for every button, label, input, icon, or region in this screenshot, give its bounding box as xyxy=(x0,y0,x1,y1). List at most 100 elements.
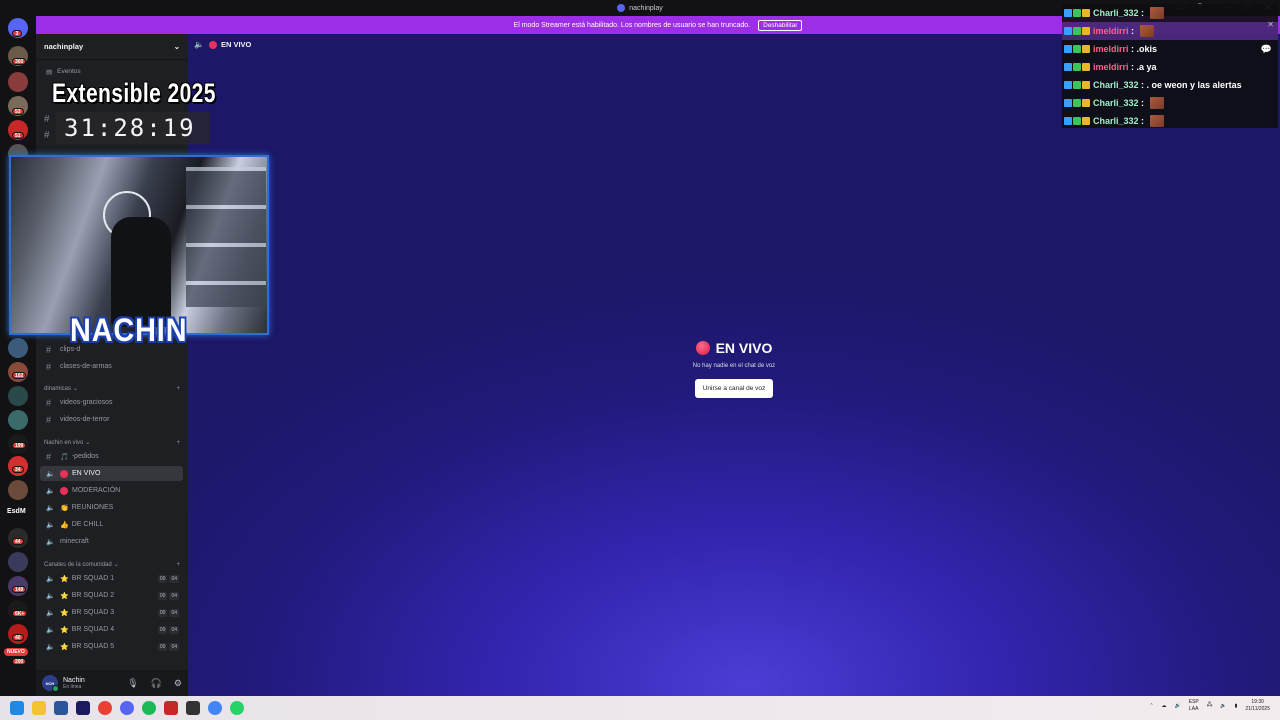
channel-item[interactable]: # 🎵 -pedidos xyxy=(40,449,183,464)
category-nachin-en-vivo[interactable]: Nachin en vivo ⌄ + xyxy=(44,439,180,447)
badge: 6K+ xyxy=(12,610,28,617)
music-icon: 🎵 xyxy=(60,453,69,461)
live-dot-icon xyxy=(208,40,217,49)
chat-badge-icon xyxy=(1064,27,1072,35)
server-icon[interactable] xyxy=(8,410,28,430)
plus-icon[interactable]: + xyxy=(176,440,180,446)
star-icon: ⭐ xyxy=(60,575,69,583)
spotify-icon[interactable] xyxy=(142,701,156,715)
voice-empty-state: EN VIVO No hay nadie en el chat de voz U… xyxy=(644,340,824,398)
center-title: EN VIVO xyxy=(715,340,773,356)
microphone-icon[interactable]: 🎙 xyxy=(127,678,138,689)
channel-item[interactable]: # videos-de-terror xyxy=(40,412,183,427)
voice-channel[interactable]: 🔈 👍 DE CHILL xyxy=(40,517,183,532)
disable-streamer-button[interactable]: Deshabilitar xyxy=(758,19,803,31)
user-limit: 04 xyxy=(169,591,179,600)
clock[interactable]: 19:30 21/11/2025 xyxy=(1245,699,1270,713)
server-icon[interactable] xyxy=(8,338,28,358)
channel-label: clases-de-armas xyxy=(60,363,112,370)
discord-app-icon xyxy=(617,4,626,12)
badge: 199 xyxy=(12,442,27,449)
channel-label: videos-de-terror xyxy=(60,416,110,423)
voice-channel-squad[interactable]: 🔈 ⭐ BR SQUAD 1 00 04 xyxy=(40,571,183,586)
volume-icon[interactable]: 🔉 xyxy=(1220,703,1226,709)
channel-header: 🔈 EN VIVO xyxy=(194,40,251,49)
server-rail: 3 360 53 51 102 199 34 EsdM 44 148 6K+ 4… xyxy=(0,16,36,696)
channel-item[interactable]: # videos-graciosos xyxy=(40,395,183,410)
badge-icons xyxy=(1064,45,1090,53)
headphones-icon[interactable]: 🎧 xyxy=(151,678,162,689)
channel-title: EN VIVO xyxy=(220,40,252,49)
chrome-icon[interactable] xyxy=(98,701,112,715)
voice-channel-squad[interactable]: 🔈 ⭐ BR SQUAD 5 00 04 xyxy=(40,639,183,654)
app-icon[interactable] xyxy=(186,701,200,715)
server-icon[interactable] xyxy=(8,480,28,500)
app-icon[interactable] xyxy=(54,701,68,715)
cloud-icon[interactable]: ☁ xyxy=(1162,703,1167,709)
battery-icon[interactable]: ▮ xyxy=(1235,703,1238,709)
stream-chat-overlay: ✕ 💬 Charli_332 : imeldirri : imeldirri :… xyxy=(1062,4,1278,128)
server-header[interactable]: nachinplay ⌄ xyxy=(36,34,188,60)
voice-channel[interactable]: 🔈 MODERACIÓN xyxy=(40,483,183,498)
chat-message: imeldirri : xyxy=(1064,23,1154,39)
premiere-icon[interactable] xyxy=(76,701,90,715)
server-icon[interactable] xyxy=(8,72,28,92)
close-icon[interactable]: ✕ xyxy=(1267,20,1274,29)
browser-icon[interactable] xyxy=(208,701,222,715)
speaker-tray-icon[interactable]: 🔊 xyxy=(1175,703,1181,709)
channel-item[interactable]: # clases-de-armas xyxy=(40,359,183,374)
badge-icons xyxy=(1064,27,1090,35)
hash-icon: # xyxy=(46,361,52,372)
voice-channel-squad[interactable]: 🔈 ⭐ BR SQUAD 4 00 04 xyxy=(40,622,183,637)
user-count: 00 xyxy=(157,625,168,634)
chat-separator: : xyxy=(1128,44,1137,54)
channel-label: EN VIVO xyxy=(72,470,101,477)
user-status: En línea xyxy=(63,683,82,690)
user-limit: 04 xyxy=(169,574,179,583)
plus-icon[interactable]: + xyxy=(176,386,180,392)
whatsapp-icon[interactable] xyxy=(230,701,244,715)
server-esdm[interactable]: EsdM xyxy=(7,508,26,515)
live-dot-icon xyxy=(695,341,710,355)
server-icon[interactable] xyxy=(8,552,28,572)
gear-icon[interactable]: ⚙ xyxy=(174,678,182,689)
chat-badge-icon xyxy=(1073,63,1081,71)
voice-channel-squad[interactable]: 🔈 ⭐ BR SQUAD 3 00 04 xyxy=(40,605,183,620)
join-voice-button[interactable]: Unirse a canal de voz xyxy=(694,379,774,398)
discord-icon[interactable] xyxy=(120,701,134,715)
chat-badge-icon xyxy=(1082,63,1090,71)
voice-channel[interactable]: 🔈 👏 REUNIONES xyxy=(40,500,183,515)
chat-badge-icon xyxy=(1082,81,1090,89)
chevron-up-icon[interactable]: ⌃ xyxy=(1149,703,1153,709)
voice-channel[interactable]: 🔈 minecraft xyxy=(40,534,183,549)
clock-date: 21/11/2025 xyxy=(1245,706,1270,712)
badge-icons xyxy=(1064,99,1090,107)
category-label: Canales de la comunidad xyxy=(44,561,112,568)
chevron-down-icon: ⌄ xyxy=(173,42,180,51)
chat-bubble-icon: 💬 xyxy=(1260,44,1272,54)
chat-badge-icon xyxy=(1064,63,1072,71)
server-icon[interactable] xyxy=(8,386,28,406)
chat-username: Charli_332 xyxy=(1093,80,1139,90)
eventos-item[interactable]: ▤ Eventos xyxy=(46,68,81,76)
category-label: dinamicas xyxy=(44,385,72,392)
badge: 3 xyxy=(12,30,22,37)
plus-icon[interactable]: + xyxy=(176,562,180,568)
app-icon[interactable] xyxy=(164,701,178,715)
avatar[interactable]: NCH xyxy=(42,675,59,692)
file-explorer-icon[interactable] xyxy=(32,701,46,715)
channel-label: BR SQUAD 2 xyxy=(71,592,115,599)
category-dinamicas[interactable]: dinamicas ⌄ + xyxy=(44,385,180,393)
voice-channel-en-vivo[interactable]: 🔈 EN VIVO xyxy=(40,466,183,481)
chat-badge-icon xyxy=(1082,117,1090,125)
language-indicator[interactable]: ESP LAA xyxy=(1189,699,1199,713)
category-comunidad[interactable]: Canales de la comunidad ⌄ + xyxy=(44,561,180,569)
chat-emote xyxy=(1139,25,1154,37)
windows-start-icon[interactable] xyxy=(10,701,24,715)
new-badge: NUEVO xyxy=(4,648,28,656)
clock-time: 19:30 xyxy=(1251,699,1264,705)
voice-channel-squad[interactable]: 🔈 ⭐ BR SQUAD 2 00 04 xyxy=(40,588,183,603)
lang-code: ESP xyxy=(1188,699,1199,705)
chat-separator: : xyxy=(1138,98,1147,108)
network-icon[interactable]: 🖧 xyxy=(1207,702,1213,710)
